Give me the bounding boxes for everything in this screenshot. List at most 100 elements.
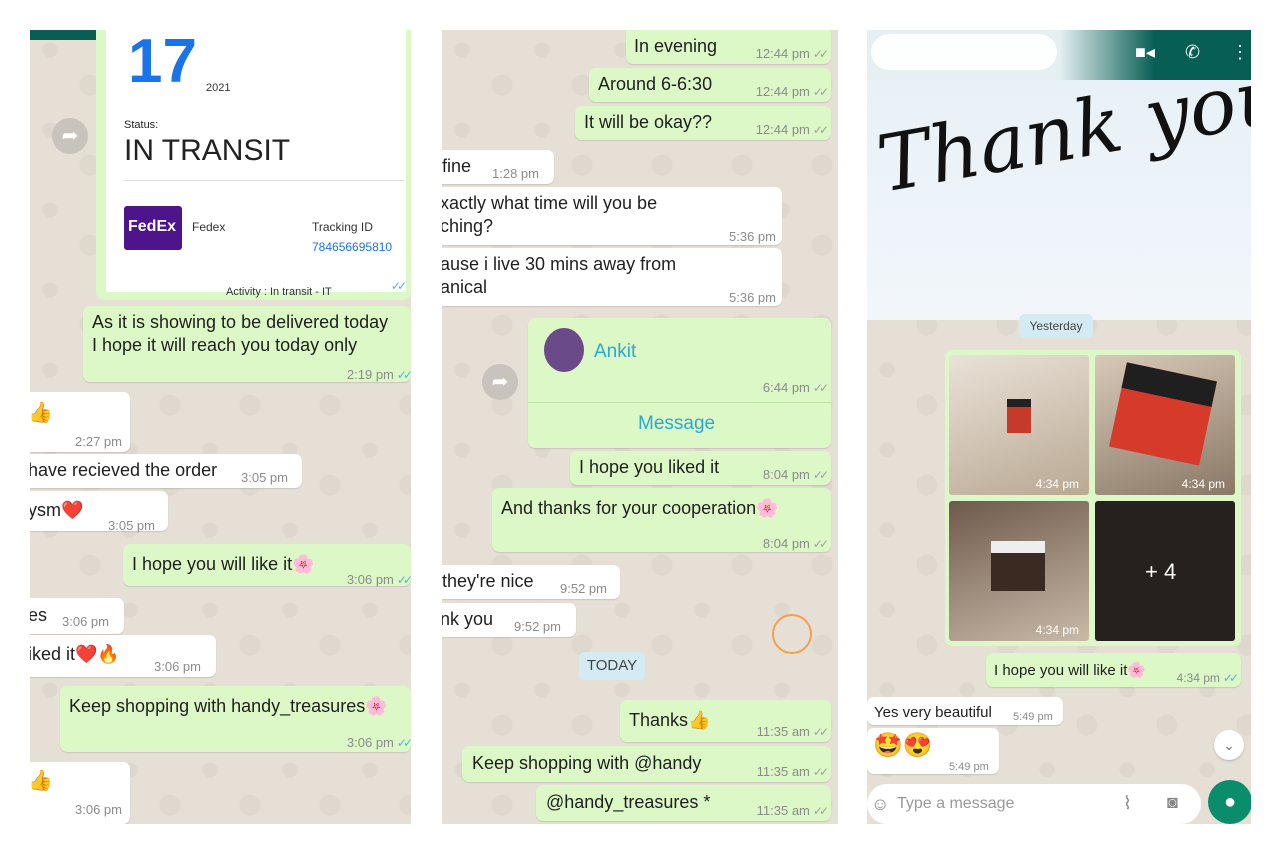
tracking-card: 17 2021 Status: IN TRANSIT FedEx Fedex T… xyxy=(106,30,406,298)
message-bubble[interactable]: they're nice 9:52 pm xyxy=(442,565,620,599)
message-bubble[interactable]: It will be okay?? 12:44 pm ✓✓ xyxy=(575,106,831,140)
contact-card[interactable]: Ankit 6:44 pm ✓✓ Message xyxy=(528,318,831,448)
photo-time: 4:34 pm xyxy=(1035,477,1079,491)
video-call-icon[interactable]: ■◂ xyxy=(1135,42,1155,63)
message-input-bar[interactable]: ☺ Type a message ⌇ ◙ xyxy=(867,784,1201,824)
message-input[interactable]: Type a message xyxy=(897,795,1014,813)
photo-thumbnail[interactable]: 4:34 pm xyxy=(949,501,1089,641)
message-time: 5:49 pm xyxy=(949,761,989,773)
message-time: 3:06 pm xyxy=(75,802,122,817)
message-bubble[interactable]: Yes very beautiful 5:49 pm xyxy=(867,697,1063,725)
message-time: 2:19 pm ✓✓ xyxy=(340,278,407,293)
message-bubble[interactable]: nk you 9:52 pm xyxy=(442,603,576,637)
message-bubble[interactable]: have recieved the order 3:05 pm xyxy=(30,454,302,488)
camera-icon[interactable]: ◙ xyxy=(1167,792,1178,813)
photo-time: 4:34 pm xyxy=(1035,623,1079,637)
message-text: ause i live 30 mins away from xyxy=(442,254,677,274)
message-time: 11:35 am ✓✓ xyxy=(756,803,829,818)
photo-thumbnail[interactable]: 4:34 pm xyxy=(949,355,1089,495)
message-time: 4:34 pm ✓✓ xyxy=(1176,671,1240,685)
message-bubble[interactable]: I hope you will like it🌸 4:34 pm ✓✓ xyxy=(986,653,1241,687)
message-text: ching? xyxy=(442,216,494,236)
message-bubble[interactable]: iked it❤️🔥 3:06 pm xyxy=(30,635,216,677)
status-value: IN TRANSIT xyxy=(124,134,291,167)
forward-icon[interactable]: ➦ xyxy=(482,364,518,400)
message-text: It will be okay?? xyxy=(584,112,713,132)
voice-call-icon[interactable]: ✆ xyxy=(1185,42,1200,63)
message-bubble[interactable]: I hope you liked it 8:04 pm ✓✓ xyxy=(570,451,831,485)
message-time: 1:28 pm xyxy=(492,166,539,181)
gift-box-image xyxy=(1109,362,1217,466)
message-time: 3:06 pm xyxy=(154,659,201,674)
message-time: 3:06 pm xyxy=(62,614,109,629)
message-time: 5:36 pm xyxy=(729,290,776,305)
message-bubble[interactable]: 👍 2:27 pm xyxy=(30,392,130,452)
message-text: I hope you will like it🌸 xyxy=(132,554,315,574)
card-divider xyxy=(124,180,404,181)
tracking-date-year: 2021 xyxy=(206,82,231,94)
more-photos-count: + 4 xyxy=(1145,559,1177,584)
message-bubble[interactable]: Thanks👍 11:35 am ✓✓ xyxy=(620,700,831,742)
message-text: Thanks👍 xyxy=(629,710,711,730)
message-time: 9:52 pm xyxy=(560,581,607,596)
message-text: In evening xyxy=(634,36,718,56)
message-bubble[interactable]: In evening 12:44 pm ✓✓ xyxy=(626,30,831,64)
message-text: nk you xyxy=(442,609,494,629)
message-contact-button[interactable]: Message xyxy=(638,412,715,435)
message-time: 2:27 pm xyxy=(75,434,122,449)
message-time: 6:44 pm ✓✓ xyxy=(762,380,829,395)
tracking-card-bubble[interactable]: 17 2021 Status: IN TRANSIT FedEx Fedex T… xyxy=(96,30,411,300)
emoji-icon[interactable]: ☺ xyxy=(871,794,889,815)
message-time: 3:06 pm ✓✓ xyxy=(346,572,411,587)
message-time: 11:35 am ✓✓ xyxy=(756,764,829,779)
photo-thumbnail[interactable]: 4:34 pm xyxy=(1095,355,1235,495)
message-text: have recieved the order xyxy=(30,460,218,480)
message-bubble[interactable]: fine 1:28 pm xyxy=(442,150,554,184)
message-bubble[interactable]: And thanks for your cooperation🌸 8:04 pm… xyxy=(492,488,831,552)
carrier-name: Fedex xyxy=(192,220,226,234)
message-text: anical xyxy=(442,277,488,297)
message-bubble[interactable]: 👍 3:06 pm xyxy=(30,762,130,824)
contact-avatar xyxy=(544,328,584,372)
message-time: 2:19 pm ✓✓ xyxy=(346,367,411,382)
chat-panel-thank-you: ■◂ ✆ ⋮ Thank you! Yesterday 4:34 pm 4:34… xyxy=(867,30,1251,824)
scroll-down-icon[interactable]: ⌄ xyxy=(1214,730,1244,760)
message-bubble[interactable]: ysm❤️ 3:05 pm xyxy=(30,491,168,533)
message-time: 3:05 pm xyxy=(241,470,288,485)
smiley-doodle xyxy=(772,614,812,654)
chat-panel-order-tracking: 17 2021 Status: IN TRANSIT FedEx Fedex T… xyxy=(30,30,411,824)
message-time: 8:04 pm ✓✓ xyxy=(762,467,829,482)
message-text: Around 6-6:30 xyxy=(598,74,713,94)
message-text: iked it❤️🔥 xyxy=(30,644,120,664)
thumbs-up-emoji: 👍 xyxy=(30,770,53,792)
message-bubble[interactable]: ause i live 30 mins away from anical 5:3… xyxy=(442,248,782,306)
message-bubble[interactable]: Around 6-6:30 12:44 pm ✓✓ xyxy=(589,68,831,102)
mic-icon[interactable]: ● xyxy=(1208,780,1251,824)
forward-icon[interactable]: ➦ xyxy=(52,118,88,154)
tracking-id-value[interactable]: 784656695810 xyxy=(312,240,392,254)
photo-album-bubble[interactable]: 4:34 pm 4:34 pm 4:34 pm + 4 xyxy=(945,350,1241,646)
message-bubble[interactable]: es 3:06 pm xyxy=(30,598,124,634)
message-bubble[interactable]: Keep shopping with @handy 11:35 am ✓✓ xyxy=(462,746,831,782)
photo-thumbnail-more[interactable]: + 4 xyxy=(1095,501,1235,641)
message-text: I hope it will reach you today only xyxy=(92,335,358,355)
contact-name-blurred xyxy=(871,34,1057,70)
message-time: 5:36 pm xyxy=(729,229,776,244)
message-bubble[interactable]: @handy_treasures * 11:35 am ✓✓ xyxy=(536,785,831,821)
message-bubble[interactable]: As it is showing to be delivered today I… xyxy=(83,306,411,382)
message-time: 12:44 pm ✓✓ xyxy=(755,122,829,137)
contact-name: Ankit xyxy=(594,341,637,362)
message-time: 11:35 am ✓✓ xyxy=(756,724,829,739)
message-time: 12:44 pm ✓✓ xyxy=(755,46,829,61)
attach-icon[interactable]: ⌇ xyxy=(1123,793,1132,814)
gift-box-image xyxy=(1007,399,1031,433)
message-bubble[interactable]: 🤩😍 5:49 pm xyxy=(867,728,999,774)
message-time: 3:06 pm ✓✓ xyxy=(346,735,411,750)
chat-panel-delivery: In evening 12:44 pm ✓✓ Around 6-6:30 12:4… xyxy=(442,30,838,824)
message-text: And thanks for your cooperation🌸 xyxy=(501,498,779,518)
message-bubble[interactable]: Keep shopping with handy_treasures🌸 3:06… xyxy=(60,686,411,752)
message-text: fine xyxy=(442,156,472,176)
message-bubble[interactable]: I hope you will like it🌸 3:06 pm ✓✓ xyxy=(123,544,411,587)
message-time: 8:04 pm ✓✓ xyxy=(762,536,829,551)
message-bubble[interactable]: xactly what time will you be ching? 5:36… xyxy=(442,187,782,245)
